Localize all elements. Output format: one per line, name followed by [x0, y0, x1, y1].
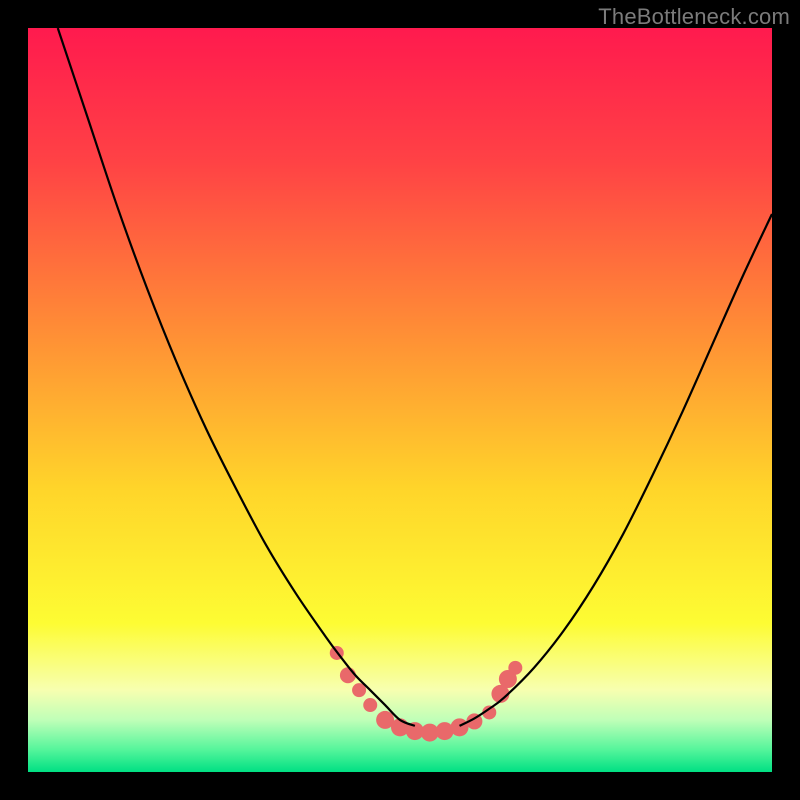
- chart-area: [28, 28, 772, 772]
- watermark-text: TheBottleneck.com: [598, 4, 790, 30]
- chart-svg: [28, 28, 772, 772]
- marker-dot: [340, 667, 356, 683]
- marker-dot: [451, 718, 469, 736]
- chart-background: [28, 28, 772, 772]
- marker-dot: [363, 698, 377, 712]
- marker-dot: [508, 661, 522, 675]
